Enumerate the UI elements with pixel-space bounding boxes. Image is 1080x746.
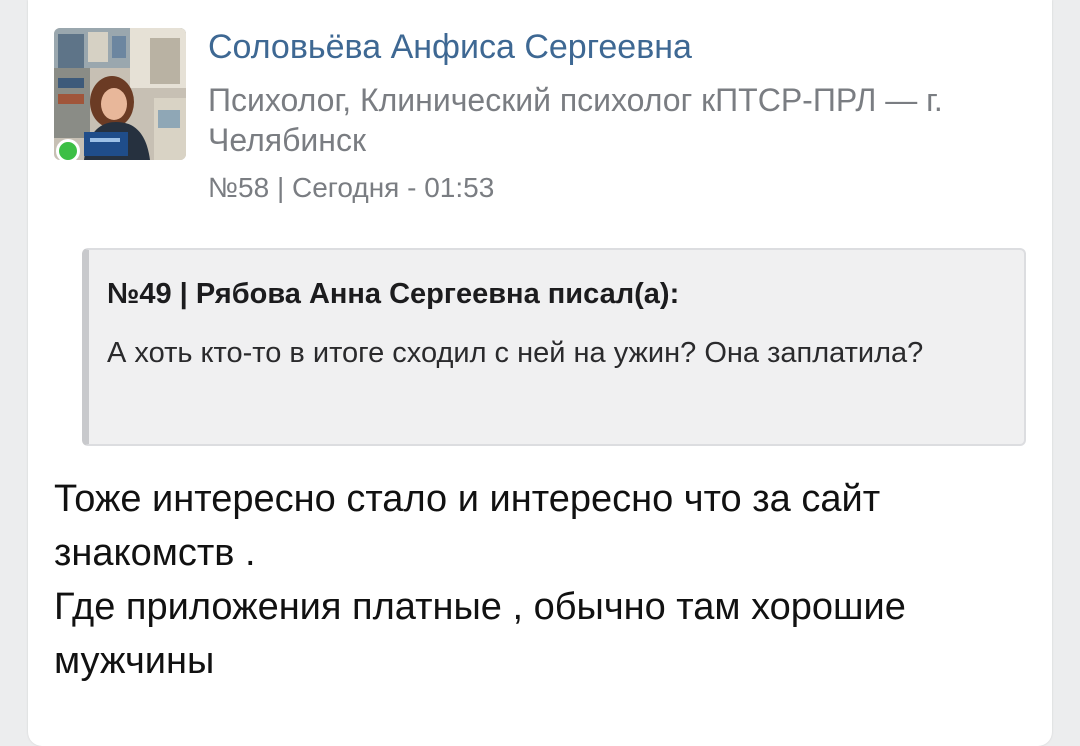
message-line: Тоже интересно стало и интересно что за … xyxy=(54,478,881,574)
author-title: Психолог, Клинический психолог кПТСР-ПРЛ… xyxy=(208,82,943,158)
post-meta: №58 | Сегодня - 01:53 xyxy=(208,172,495,203)
message-line: Где приложения платные , обычно там хоро… xyxy=(54,586,906,682)
author-name-link[interactable]: Соловьёва Анфиса Сергеевна xyxy=(208,26,692,68)
quote-block: №49 | Рябова Анна Сергеевна писал(а): А … xyxy=(82,248,1026,446)
forum-post-card: Соловьёва Анфиса Сергеевна Психолог, Кли… xyxy=(28,0,1052,746)
quote-text: А хоть кто-то в итоге сходил с ней на уж… xyxy=(107,337,924,369)
quote-header[interactable]: №49 | Рябова Анна Сергеевна писал(а): xyxy=(107,276,679,312)
message-body: Тоже интересно стало и интересно что за … xyxy=(54,472,1034,688)
author-avatar-block[interactable] xyxy=(54,28,186,163)
online-status-indicator xyxy=(56,139,80,163)
